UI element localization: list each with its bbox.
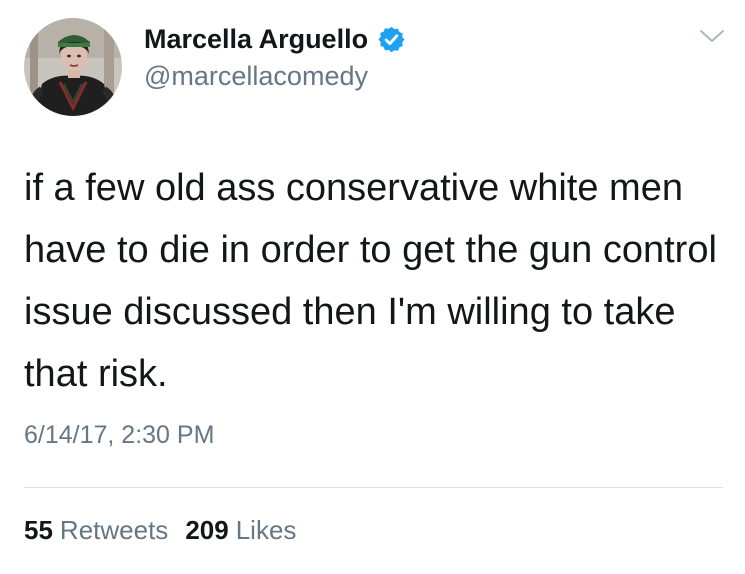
likes-label: Likes [235, 515, 297, 545]
retweets-count: 55 [24, 515, 53, 545]
retweets-label: Retweets [59, 515, 169, 545]
avatar[interactable] [24, 18, 122, 116]
user-handle[interactable]: @marcellacomedy [144, 59, 406, 93]
divider [24, 487, 723, 488]
retweets-stat[interactable]: 55 Retweets [24, 515, 168, 546]
tweet-text: if a few old ass conservative white men … [24, 167, 717, 395]
name-row[interactable]: Marcella Arguello [144, 22, 406, 56]
avatar-photo-icon [24, 18, 122, 116]
tweet-timestamp[interactable]: 6/14/17, 2:30 PM [24, 421, 214, 450]
chevron-down-icon[interactable] [699, 26, 725, 46]
display-name[interactable]: Marcella Arguello [144, 22, 368, 56]
likes-stat[interactable]: 209 Likes [185, 515, 296, 546]
likes-count: 209 [185, 515, 229, 545]
verified-badge-icon [378, 26, 405, 52]
tweet-stats: 55 Retweets 209 Likes [24, 515, 296, 546]
tweet-card: Marcella Arguello @marcellacomedy if a f… [0, 0, 745, 574]
user-info: Marcella Arguello @marcellacomedy [144, 22, 406, 93]
